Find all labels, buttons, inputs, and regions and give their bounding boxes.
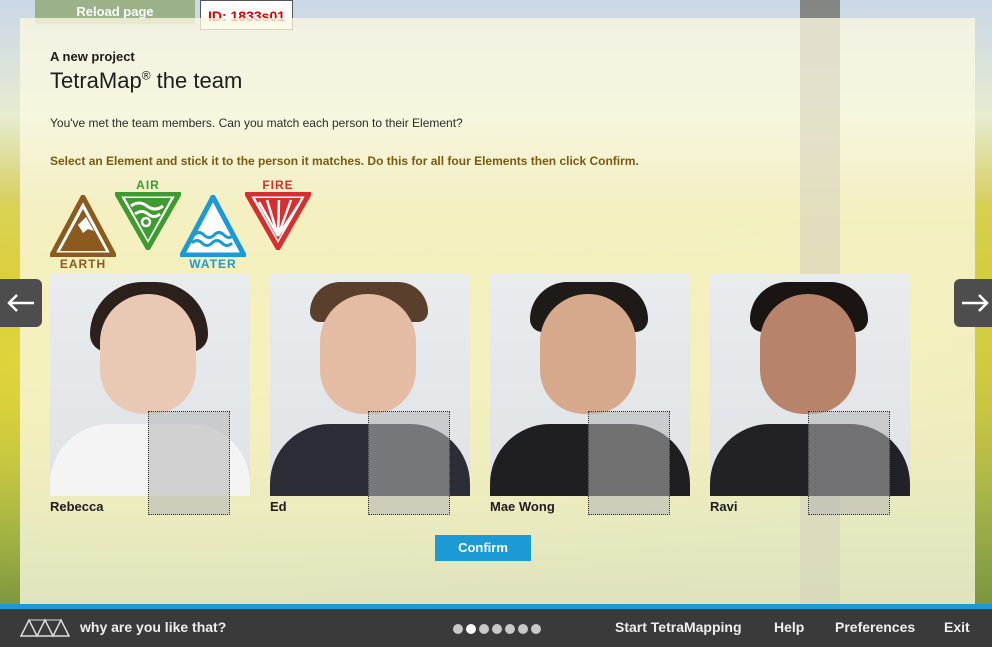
- element-drop-zone[interactable]: [808, 411, 890, 515]
- element-drop-zone[interactable]: [588, 411, 670, 515]
- progress-dot[interactable]: [453, 624, 463, 634]
- confirm-button[interactable]: Confirm: [435, 535, 531, 561]
- element-air-label: AIR: [136, 178, 160, 192]
- earth-mountain-icon: [50, 195, 116, 257]
- person-card-ed: Ed: [270, 274, 470, 515]
- footer-link-preferences[interactable]: Preferences: [835, 619, 915, 635]
- face: [760, 294, 856, 414]
- element-air[interactable]: AIR: [115, 178, 181, 250]
- next-button[interactable]: [954, 279, 992, 327]
- element-fire[interactable]: FIRE: [245, 178, 311, 250]
- face: [540, 294, 636, 414]
- tetramap-logo-icon: [20, 618, 71, 638]
- element-fire-label: FIRE: [262, 178, 294, 192]
- footer-tagline: why are you like that?: [80, 619, 227, 635]
- face: [320, 294, 416, 414]
- person-name: Ed: [270, 499, 287, 514]
- page-title: TetraMap® the team: [50, 68, 242, 94]
- person-card-mae-wong: Mae Wong: [490, 274, 690, 515]
- progress-dots: [453, 624, 541, 634]
- previous-button[interactable]: [0, 279, 42, 327]
- arrow-right-icon: [962, 294, 989, 312]
- instruction-text: Select an Element and stick it to the pe…: [50, 154, 639, 168]
- progress-dot[interactable]: [518, 624, 528, 634]
- element-drop-zone[interactable]: [148, 411, 230, 515]
- element-earth[interactable]: EARTH: [50, 195, 116, 271]
- person-card-ravi: Ravi: [710, 274, 910, 515]
- person-name: Ravi: [710, 499, 738, 514]
- title-suffix: the team: [150, 68, 243, 93]
- question-text: You've met the team members. Can you mat…: [50, 116, 463, 130]
- element-water-label: WATER: [189, 257, 237, 271]
- fire-rays-icon: [245, 192, 311, 250]
- element-drop-zone[interactable]: [368, 411, 450, 515]
- title-registered-mark: ®: [141, 68, 151, 83]
- progress-dot[interactable]: [531, 624, 541, 634]
- footer-bar: why are you like that? Start TetraMappin…: [0, 609, 992, 647]
- water-wave-icon: [180, 195, 246, 257]
- air-swirl-icon: [115, 192, 181, 250]
- face: [100, 294, 196, 414]
- title-brand: TetraMap: [50, 68, 142, 93]
- person-name: Mae Wong: [490, 499, 555, 514]
- footer-link-help[interactable]: Help: [774, 619, 804, 635]
- progress-dot-active[interactable]: [466, 624, 476, 634]
- element-earth-label: EARTH: [59, 257, 107, 271]
- progress-dot[interactable]: [492, 624, 502, 634]
- element-water[interactable]: WATER: [180, 195, 246, 271]
- page-subtitle: A new project: [50, 49, 135, 64]
- person-name: Rebecca: [50, 499, 104, 514]
- progress-dot[interactable]: [505, 624, 515, 634]
- arrow-left-icon: [7, 294, 34, 312]
- person-card-rebecca: Rebecca: [50, 274, 250, 515]
- progress-dot[interactable]: [479, 624, 489, 634]
- footer-link-start-tetramapping[interactable]: Start TetraMapping: [615, 619, 742, 635]
- footer-link-exit[interactable]: Exit: [944, 619, 970, 635]
